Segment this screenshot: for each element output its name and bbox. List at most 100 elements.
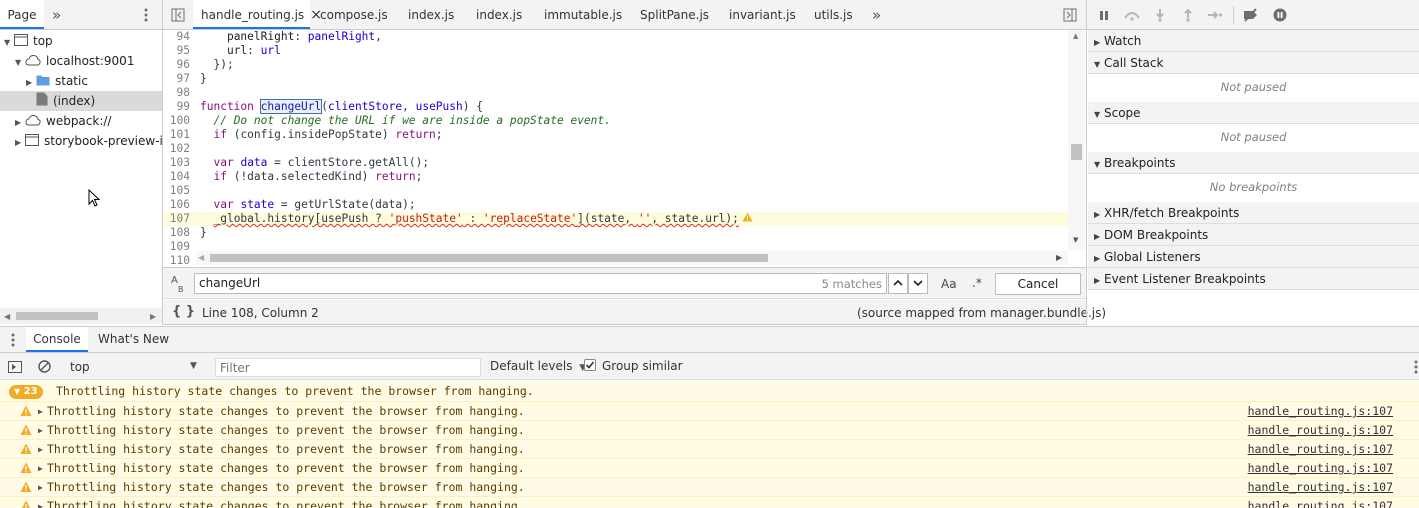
- debugger-section-header[interactable]: ▶ XHR/fetch Breakpoints: [1088, 202, 1419, 224]
- editor-tab[interactable]: compose.js: [316, 0, 396, 29]
- code-line[interactable]: 94 panelRight: panelRight,: [164, 30, 1068, 44]
- toggle-debugger-icon[interactable]: [1062, 7, 1078, 23]
- navigator-more-tabs-button[interactable]: »: [52, 0, 61, 29]
- regex-button[interactable]: .*: [972, 276, 982, 290]
- debugger-section-header[interactable]: ▶ Global Listeners: [1088, 246, 1419, 268]
- line-number[interactable]: 106: [164, 198, 200, 212]
- pretty-print-icon[interactable]: { }: [172, 304, 195, 319]
- code-line[interactable]: 100 // Do not change the URL if we are i…: [164, 114, 1068, 128]
- debugger-section-header[interactable]: ▶ DOM Breakpoints: [1088, 224, 1419, 246]
- scroll-up-icon[interactable]: ▲: [1073, 32, 1078, 40]
- navigator-hscroll[interactable]: ◀ ▶: [0, 308, 162, 324]
- editor-tab[interactable]: SplitPane.js: [636, 0, 718, 29]
- code-line[interactable]: 102: [164, 142, 1068, 156]
- line-number[interactable]: 102: [164, 142, 200, 156]
- navigator-menu-icon[interactable]: [140, 6, 152, 24]
- line-number[interactable]: 109: [164, 240, 200, 254]
- line-number[interactable]: 99: [164, 100, 200, 114]
- drawer-menu-icon[interactable]: [8, 332, 18, 348]
- hscroll-right-icon[interactable]: ▶: [1056, 253, 1062, 262]
- console-message[interactable]: ▶ Throttling history state changes to pre…: [0, 497, 1419, 508]
- expand-right-icon[interactable]: ▶: [38, 402, 43, 421]
- code-line[interactable]: 103 var data = clientStore.getAll();: [164, 156, 1068, 170]
- clear-console-icon[interactable]: [36, 359, 52, 374]
- code-line[interactable]: 107 _global.history[usePush ? 'pushState…: [164, 212, 1068, 226]
- console-message-source-link[interactable]: handle_routing.js:107: [1248, 421, 1393, 440]
- step-icon[interactable]: [1207, 8, 1223, 22]
- line-number[interactable]: 108: [164, 226, 200, 240]
- step-over-icon[interactable]: [1123, 8, 1141, 22]
- console-message[interactable]: ▶ Throttling history state changes to pre…: [0, 478, 1419, 497]
- console-message[interactable]: ▶ Throttling history state changes to pre…: [0, 402, 1419, 421]
- source-map-info[interactable]: (source mapped from manager.bundle.js): [857, 306, 1106, 320]
- line-number[interactable]: 97: [164, 72, 200, 86]
- editor-tab[interactable]: handle_routing.js ×: [193, 0, 322, 29]
- line-number[interactable]: 96: [164, 58, 200, 72]
- console-message-source-link[interactable]: handle_routing.js:107: [1248, 478, 1393, 497]
- expand-right-icon[interactable]: ▶: [38, 440, 43, 459]
- expand-right-icon[interactable]: ▶: [38, 421, 43, 440]
- editor-tab[interactable]: immutable.js: [540, 0, 628, 29]
- tree-item[interactable]: ▶ static: [0, 71, 162, 91]
- editor-vscroll[interactable]: ▲ ▼: [1068, 30, 1085, 250]
- expand-down-icon[interactable]: ▼: [4, 33, 14, 51]
- log-levels-dropdown[interactable]: Default levels ▼: [490, 359, 586, 373]
- line-number[interactable]: 105: [164, 184, 200, 198]
- editor-vscroll-thumb[interactable]: [1071, 144, 1082, 160]
- editor-more-tabs-button[interactable]: »: [872, 0, 881, 29]
- replace-toggle-icon[interactable]: AB: [171, 276, 184, 295]
- code-line[interactable]: 101 if (config.insidePopState) return;: [164, 128, 1068, 142]
- code-line[interactable]: 106 var state = getUrlState(data);: [164, 198, 1068, 212]
- console-message-source-link[interactable]: handle_routing.js:107: [1248, 402, 1393, 421]
- code-line[interactable]: 96 });: [164, 58, 1068, 72]
- console-message-source-link[interactable]: handle_routing.js:107: [1248, 459, 1393, 478]
- line-number[interactable]: 100: [164, 114, 200, 128]
- editor-tab[interactable]: utils.js: [810, 0, 862, 29]
- warning-icon[interactable]: [742, 212, 753, 225]
- console-filter-field[interactable]: [216, 359, 476, 376]
- line-number[interactable]: 98: [164, 86, 200, 100]
- line-number[interactable]: 95: [164, 44, 200, 58]
- code-line[interactable]: 98: [164, 86, 1068, 100]
- search-cancel-button[interactable]: Cancel: [995, 273, 1081, 295]
- group-similar-checkbox[interactable]: [584, 359, 596, 371]
- console-message[interactable]: ▶ Throttling history state changes to pre…: [0, 459, 1419, 478]
- line-number[interactable]: 104: [164, 170, 200, 184]
- step-into-icon[interactable]: [1153, 7, 1167, 23]
- tree-item[interactable]: ▶ webpack://: [0, 111, 162, 131]
- pause-on-exceptions-icon[interactable]: [1272, 7, 1288, 23]
- show-sidebar-icon[interactable]: [7, 359, 23, 374]
- code-line[interactable]: 105: [164, 184, 1068, 198]
- search-prev-button[interactable]: [888, 273, 908, 294]
- line-number[interactable]: 94: [164, 30, 200, 44]
- expand-right-icon[interactable]: ▶: [38, 497, 43, 508]
- editor-tab[interactable]: index.js: [404, 0, 464, 29]
- line-number[interactable]: 103: [164, 156, 200, 170]
- console-settings-icon[interactable]: [1412, 359, 1419, 375]
- expand-right-icon[interactable]: ▶: [26, 73, 36, 91]
- expand-down-icon[interactable]: ▼: [15, 53, 25, 71]
- line-number[interactable]: 110: [164, 254, 200, 268]
- expand-right-icon[interactable]: ▶: [38, 478, 43, 497]
- hscroll-left-icon[interactable]: ◀: [198, 253, 204, 262]
- expand-right-icon[interactable]: ▶: [15, 133, 25, 151]
- debugger-section-header[interactable]: ▶ Watch: [1088, 30, 1419, 52]
- expand-right-icon[interactable]: ▶: [38, 459, 43, 478]
- console-message-source-link[interactable]: handle_routing.js:107: [1248, 497, 1393, 508]
- code-line[interactable]: 95 url: url: [164, 44, 1068, 58]
- console-group-header[interactable]: ▼ 23 Throttling history state changes to…: [0, 381, 1419, 402]
- line-number[interactable]: 101: [164, 128, 200, 142]
- tree-item[interactable]: ▶ storybook-preview-ifr: [0, 131, 162, 151]
- debugger-section-header[interactable]: ▼ Call Stack: [1088, 52, 1419, 74]
- code-line[interactable]: 104 if (!data.selectedKind) return;: [164, 170, 1068, 184]
- expand-right-icon[interactable]: ▶: [15, 113, 25, 131]
- match-case-button[interactable]: Aa: [941, 277, 957, 291]
- scroll-thumb[interactable]: [16, 312, 98, 320]
- debugger-section-header[interactable]: ▶ Event Listener Breakpoints: [1088, 268, 1419, 290]
- step-out-icon[interactable]: [1181, 7, 1195, 23]
- toggle-navigator-icon[interactable]: [170, 7, 186, 23]
- scroll-down-icon[interactable]: ▼: [1073, 236, 1078, 244]
- editor-hscroll[interactable]: ◀ ▶: [196, 251, 1068, 265]
- console-message[interactable]: ▶ Throttling history state changes to pre…: [0, 421, 1419, 440]
- tree-item[interactable]: ▼ localhost:9001: [0, 51, 162, 71]
